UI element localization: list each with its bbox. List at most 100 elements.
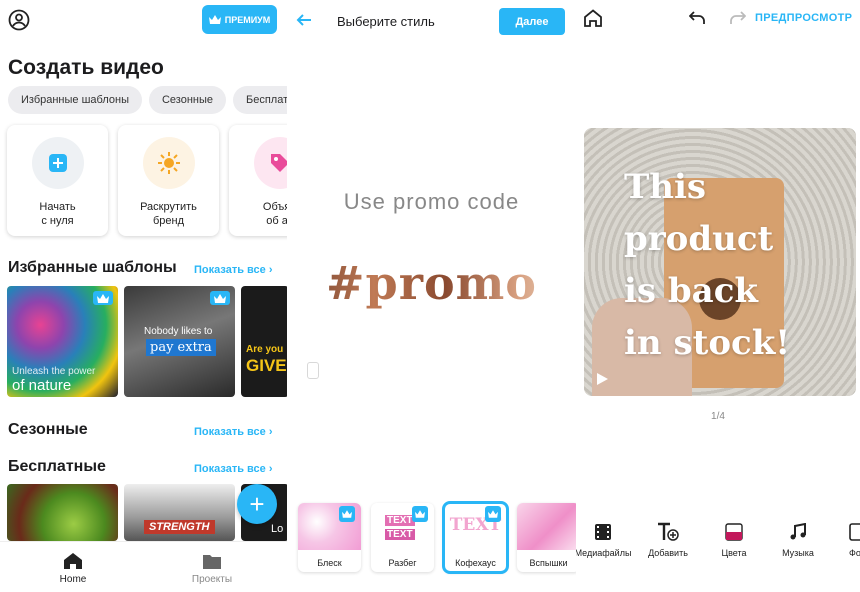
top-bar: Выберите стиль Далее [287, 0, 576, 44]
tool-label: Музыка [782, 548, 814, 558]
premium-label: ПРЕМИУМ [224, 14, 271, 25]
start-from-scratch-card[interactable]: Начать с нуля [7, 125, 108, 236]
style-option-run[interactable]: TEXT TEXT Разбег [371, 503, 434, 572]
seasonal-show-all-link[interactable]: Показать все › [194, 426, 273, 438]
show-all-label: Показать все [194, 264, 266, 276]
style-label: Вспышки [529, 558, 568, 568]
film-icon [594, 523, 612, 541]
style-label: Кофехаус [455, 558, 496, 568]
template-caption: GIVE [246, 356, 287, 375]
template-thumb[interactable]: Are you GIVE [241, 286, 287, 397]
tool-label: Фо [849, 548, 860, 558]
featured-section-title: Избранные шаблоны [8, 259, 177, 276]
nav-projects[interactable]: Проекты [172, 552, 252, 585]
featured-show-all-link[interactable]: Показать все › [194, 264, 273, 276]
chevron-right-icon: › [268, 264, 273, 276]
card-label: Раскрутить бренд [140, 201, 197, 227]
plus-icon: + [249, 488, 265, 519]
next-button[interactable]: Далее [499, 8, 565, 35]
drag-handle[interactable] [307, 362, 319, 379]
template-caption: Nobody likes to [144, 326, 213, 337]
style-option-flashes[interactable]: Вспышки [517, 503, 576, 572]
font-icon [849, 523, 860, 541]
play-icon[interactable] [595, 372, 609, 386]
home-screen: ПРЕМИУМ Создать видео Избранные шаблоны … [0, 0, 287, 592]
tool-add[interactable]: Добавить [638, 521, 698, 558]
category-chips: Избранные шаблоны Сезонные Бесплат [8, 86, 287, 114]
template-caption: Are you [246, 344, 284, 355]
preview-button[interactable]: ПРЕДПРОСМОТР [755, 12, 852, 24]
color-swatch-icon [725, 523, 743, 541]
crown-icon [210, 291, 230, 305]
tool-label: Цвета [721, 548, 747, 558]
style-options: Блеск TEXT TEXT Разбег TEXT Кофехаус Всп… [298, 501, 576, 574]
tool-music[interactable]: Музыка [768, 521, 828, 558]
style-preview-text: TEXT [385, 515, 415, 526]
redo-icon[interactable] [730, 10, 746, 26]
app: ПРЕМИУМ Создать видео Избранные шаблоны … [0, 0, 860, 592]
create-fab-button[interactable]: + [237, 484, 277, 524]
tool-label: Медиафайлы [576, 548, 632, 558]
style-picker-screen: Выберите стиль Далее Use promo code #pro… [287, 0, 576, 592]
template-caption: of nature [12, 377, 72, 394]
template-caption: Lo [271, 523, 284, 535]
style-option-coffeehouse[interactable]: TEXT Кофехаус [442, 501, 509, 574]
tag-icon [269, 152, 287, 174]
card-label: Начать с нуля [39, 201, 76, 227]
premium-button[interactable]: ПРЕМИУМ [202, 5, 277, 34]
crown-icon [339, 506, 355, 522]
promo-text-line1: Use promo code [343, 189, 520, 214]
crown-icon [485, 506, 501, 522]
add-text-icon [657, 522, 679, 542]
tool-media[interactable]: Медиафайлы [576, 521, 633, 558]
sparkle-icon [157, 151, 181, 175]
music-icon [789, 523, 807, 541]
free-show-all-link[interactable]: Показать все › [194, 463, 273, 475]
style-preview-text: TEXT [385, 529, 415, 540]
chip-featured[interactable]: Избранные шаблоны [8, 86, 142, 114]
bottom-nav: Home Проекты [0, 541, 287, 592]
chip-seasonal[interactable]: Сезонные [148, 86, 227, 114]
crown-icon [93, 291, 113, 305]
chip-free[interactable]: Бесплат [233, 86, 287, 114]
chevron-right-icon: › [268, 426, 273, 438]
seasonal-section-title: Сезонные [8, 421, 88, 438]
tool-font[interactable]: Фо [826, 521, 860, 558]
show-all-label: Показать все [194, 426, 266, 438]
crown-icon [412, 506, 428, 522]
promo-text-line2: #promo [287, 256, 576, 310]
template-thumb[interactable]: Nobody likes to pay extra [124, 286, 235, 397]
template-caption: Unleash the power [12, 366, 96, 377]
style-option-shine[interactable]: Блеск [298, 503, 361, 572]
tool-colors[interactable]: Цвета [704, 521, 764, 558]
account-icon[interactable] [8, 9, 30, 31]
screen-title: Выберите стиль [337, 14, 435, 29]
promote-brand-card[interactable]: Раскрутить бренд [118, 125, 219, 236]
folder-icon [172, 552, 252, 570]
back-arrow-icon[interactable] [296, 12, 312, 28]
template-thumb[interactable]: STRENGTH [124, 484, 235, 541]
undo-icon[interactable] [689, 10, 705, 26]
editor-screen: ПРЕДПРОСМОТР This product is back in sto… [576, 0, 860, 592]
template-thumb[interactable]: Unleash the power of nature [7, 286, 118, 397]
home-icon[interactable] [583, 9, 603, 27]
free-section-title: Бесплатные [8, 458, 106, 475]
nav-label: Home [59, 574, 87, 585]
show-all-label: Показать все [194, 463, 266, 475]
nav-home[interactable]: Home [33, 552, 113, 585]
card-label: Объяв об ак [262, 201, 287, 227]
announcement-card[interactable]: Объяв об ак [229, 125, 287, 236]
top-bar: ПРЕМИУМ [0, 0, 287, 44]
template-caption: STRENGTH [144, 520, 215, 534]
page-indicator: 1/4 [711, 411, 725, 422]
tool-label: Добавить [648, 548, 688, 558]
editor-toolbar: Медиафайлы Добавить Цвета Музыка Фо [576, 521, 860, 561]
crown-icon [208, 15, 221, 24]
style-label: Разбег [388, 558, 417, 568]
chevron-right-icon: › [268, 463, 273, 475]
video-preview[interactable]: This product is back in stock! [584, 128, 856, 396]
home-icon [33, 552, 113, 570]
template-thumb[interactable] [7, 484, 118, 541]
featured-templates: Unleash the power of nature Nobody likes… [7, 286, 287, 397]
plus-square-icon [48, 153, 68, 173]
